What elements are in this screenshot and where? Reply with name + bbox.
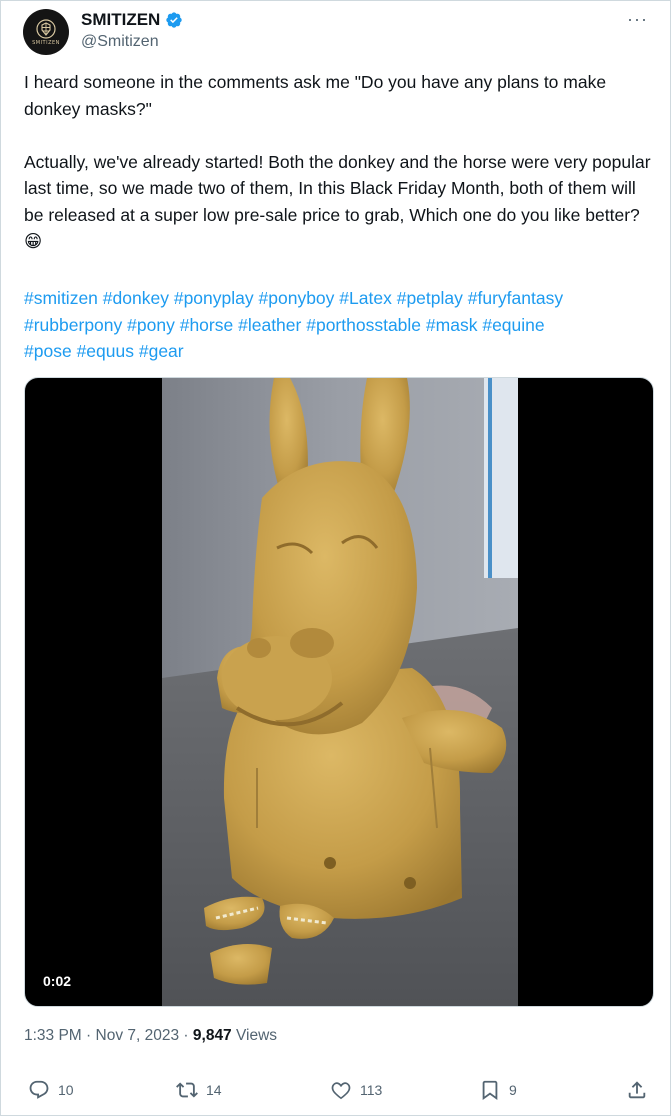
hashtag-link[interactable]: #Latex: [339, 288, 392, 308]
hashtag-link[interactable]: #rubberpony: [24, 315, 122, 335]
repost-count: 14: [206, 1082, 222, 1098]
reply-button[interactable]: 10: [28, 1079, 74, 1101]
bookmark-button[interactable]: 9: [479, 1079, 517, 1101]
tweet-meta: 1:33 PM · Nov 7, 2023 · 9,847 Views: [24, 1027, 277, 1045]
donkey-sculpture-image: [162, 378, 518, 1006]
verified-badge-icon: [166, 12, 183, 28]
reply-count: 10: [58, 1082, 74, 1098]
hashtag-link[interactable]: #porthosstable: [306, 315, 421, 335]
author-handle[interactable]: @Smitizen: [81, 33, 159, 51]
like-button[interactable]: 113: [330, 1079, 382, 1101]
meta-separator: ·: [81, 1027, 96, 1044]
tweet-text: I heard someone in the comments ask me "…: [24, 69, 654, 255]
hashtag-link[interactable]: #mask: [426, 315, 478, 335]
share-button[interactable]: [626, 1079, 648, 1101]
bookmark-icon: [482, 1080, 498, 1101]
hashtag-link[interactable]: #pose: [24, 341, 72, 361]
author-name-row[interactable]: SMITIZEN: [81, 10, 183, 30]
hashtag-link[interactable]: #gear: [139, 341, 184, 361]
action-bar: 10 14 113 9: [24, 1079, 650, 1109]
hashtag-link[interactable]: #ponyboy: [259, 288, 335, 308]
hashtag-list: #smitizen #donkey #ponyplay #ponyboy #La…: [24, 285, 654, 365]
avatar-logo-text: SMITIZEN: [32, 39, 60, 46]
repost-icon: [176, 1082, 198, 1098]
views-count: 9,847: [192, 1027, 232, 1044]
video-timecode: 0:02: [37, 970, 78, 992]
hashtag-link[interactable]: #pony: [127, 315, 175, 335]
video-player[interactable]: 0:02: [24, 377, 654, 1007]
hashtag-link[interactable]: #furyfantasy: [468, 288, 563, 308]
tweet-time[interactable]: 1:33 PM: [24, 1027, 82, 1044]
hashtag-link[interactable]: #ponyplay: [174, 288, 254, 308]
hashtag-link[interactable]: #leather: [238, 315, 301, 335]
hashtag-link[interactable]: #horse: [180, 315, 234, 335]
tweet-card: SMITIZEN SMITIZEN @Smitizen ··· I heard …: [0, 0, 671, 1116]
like-count: 113: [360, 1082, 383, 1098]
share-icon: [628, 1081, 646, 1099]
video-frame[interactable]: [162, 378, 518, 1006]
more-icon[interactable]: ···: [627, 9, 648, 30]
hashtag-link[interactable]: #donkey: [103, 288, 169, 308]
hashtag-link[interactable]: #petplay: [397, 288, 463, 308]
like-icon: [331, 1082, 351, 1100]
author-display-name[interactable]: SMITIZEN: [81, 10, 160, 30]
hashtag-link[interactable]: #equus: [77, 341, 134, 361]
brand-logo-icon: [36, 18, 56, 39]
tweet-date[interactable]: Nov 7, 2023: [96, 1027, 180, 1044]
hashtag-link[interactable]: #equine: [482, 315, 544, 335]
hashtag-link[interactable]: #smitizen: [24, 288, 98, 308]
meta-separator: ·: [179, 1027, 193, 1044]
bookmark-count: 9: [509, 1082, 517, 1098]
tweet-paragraph-1: I heard someone in the comments ask me "…: [24, 72, 607, 119]
repost-button[interactable]: 14: [176, 1079, 222, 1101]
tweet-paragraph-2: Actually, we've already started! Both th…: [24, 151, 651, 252]
views-label: Views: [231, 1027, 278, 1044]
avatar[interactable]: SMITIZEN: [23, 9, 69, 55]
reply-icon: [29, 1080, 49, 1099]
